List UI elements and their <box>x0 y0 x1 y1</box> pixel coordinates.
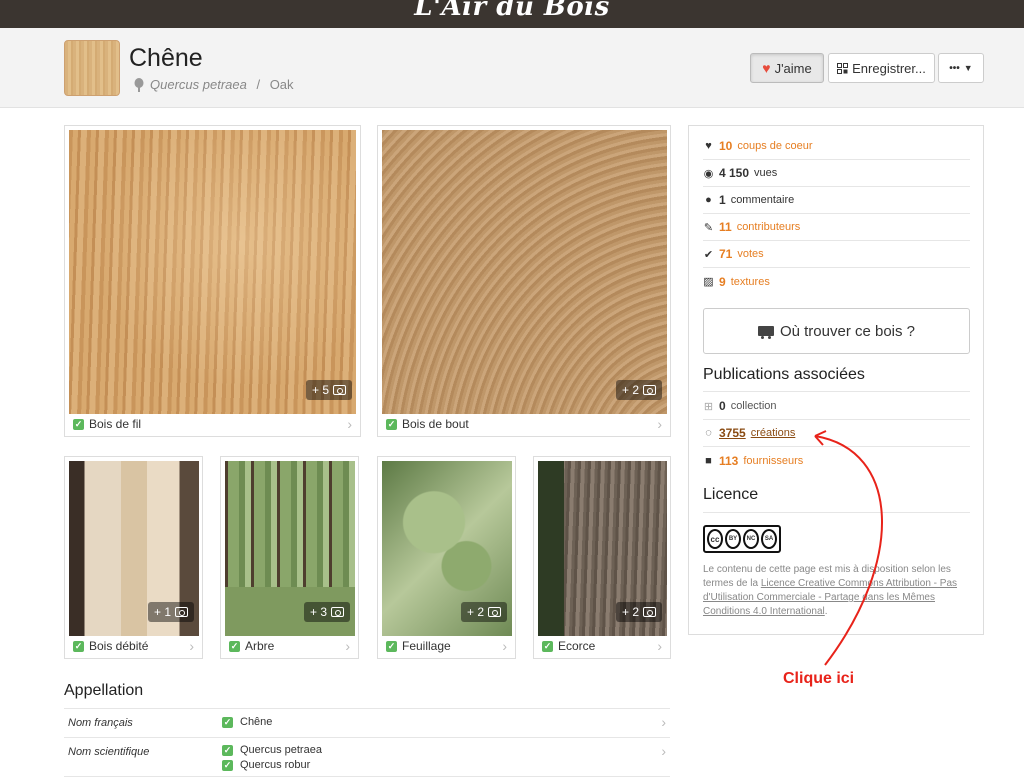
truck-icon <box>757 326 774 339</box>
page-header: Chêne Quercus petraea / Oak ♥ J'aime Enr… <box>0 28 1024 108</box>
page-title: Chêne <box>129 44 203 72</box>
creation-icon: ◌ <box>705 427 712 439</box>
check-icon: ✔ <box>703 248 714 261</box>
check-icon: ✓ <box>73 418 84 430</box>
check-icon: ✓ <box>229 640 240 652</box>
check-icon: ✓ <box>386 640 397 652</box>
collection-icon: ⊞ <box>703 400 714 413</box>
photo-card-bois-de-fil[interactable]: + 5 ✓ Bois de fil › <box>64 125 361 437</box>
eye-icon: ◉ <box>703 167 714 180</box>
more-label: ••• <box>949 62 960 74</box>
stat-textures[interactable]: ▨ 9 textures <box>703 268 970 295</box>
species-subtitle: Quercus petraea / Oak <box>134 77 294 92</box>
chevron-right-icon: › <box>657 638 662 654</box>
chevron-right-icon: › <box>502 638 507 654</box>
site-logo[interactable]: L'Air du Bois <box>0 0 1024 22</box>
photo-caption: ✓ Bois de fil <box>73 417 142 431</box>
camera-icon <box>643 385 656 395</box>
scientific-name: Quercus petraea <box>150 77 247 92</box>
tree-icon <box>134 77 144 92</box>
find-wood-button[interactable]: Où trouver ce bois ? <box>703 308 970 354</box>
stat-vues: ◉ 4 150 vues <box>703 160 970 187</box>
info-panel: ♥ 10 coups de coeur ◉ 4 150 vues ● 1 com… <box>688 125 984 635</box>
stat-contributeurs[interactable]: ✎ 11 contributeurs <box>703 214 970 241</box>
pub-creations[interactable]: ◌ 3755 créations <box>703 420 970 447</box>
publications-title: Publications associées <box>703 366 865 383</box>
divider <box>703 512 970 513</box>
photo-card-bois-de-bout[interactable]: + 2 ✓ Bois de bout › <box>377 125 671 437</box>
photo-image <box>69 130 356 414</box>
licence-title: Licence <box>703 486 759 503</box>
camera-icon <box>488 607 501 617</box>
appellation-title: Appellation <box>64 682 144 699</box>
check-icon: ✓ <box>222 716 233 728</box>
comment-icon: ● <box>705 194 712 206</box>
check-icon: ✓ <box>542 640 553 652</box>
by-icon: BY <box>725 529 741 549</box>
save-button[interactable]: Enregistrer... <box>828 53 935 83</box>
truck-icon: ■ <box>705 454 712 467</box>
like-button[interactable]: ♥ J'aime <box>750 53 824 83</box>
photo-count-badge: + 2 <box>615 602 662 622</box>
photo-count-badge: + 2 <box>460 602 507 622</box>
chevron-right-icon: › <box>345 638 350 654</box>
stat-commentaire[interactable]: ● 1 commentaire <box>703 187 970 214</box>
like-label: J'aime <box>774 60 812 76</box>
heart-icon: ♥ <box>762 60 771 76</box>
nc-icon: NC <box>743 529 759 549</box>
more-options-button[interactable]: ••• ▼ <box>938 53 984 83</box>
photo-count-badge: + 3 <box>303 602 350 622</box>
appellation-row[interactable]: Nom scientifique ✓ Quercus petraea ✓ Querc… <box>64 737 670 777</box>
common-name: Oak <box>269 77 294 92</box>
camera-icon <box>333 385 346 395</box>
licence-text: Le contenu de cette page est mis à dispo… <box>703 564 958 617</box>
top-bar: L'Air du Bois <box>0 0 1024 28</box>
photo-count-badge: + 5 <box>305 380 352 400</box>
cc-icon: cc <box>707 529 723 549</box>
photo-caption: ✓ Feuillage <box>386 639 451 653</box>
photo-card-ecorce[interactable]: + 2 ✓ Ecorce › <box>533 456 671 659</box>
creative-commons-badge[interactable]: cc BY NC SA <box>703 525 781 553</box>
check-icon: ✓ <box>73 640 84 652</box>
texture-icon: ▨ <box>703 276 714 288</box>
camera-icon <box>175 607 188 617</box>
photo-count-badge: + 2 <box>615 380 662 400</box>
photo-caption: ✓ Bois débité <box>73 639 149 653</box>
stat-votes[interactable]: ✔ 71 votes <box>703 241 970 268</box>
chevron-right-icon: › <box>347 416 352 432</box>
photo-caption: ✓ Bois de bout <box>386 417 469 431</box>
photo-count-badge: + 1 <box>147 602 194 622</box>
photo-card-feuillage[interactable]: + 2 ✓ Feuillage › <box>377 456 516 659</box>
photo-card-bois-debite[interactable]: + 1 ✓ Bois débité › <box>64 456 203 659</box>
chevron-right-icon: › <box>661 714 666 730</box>
chevron-right-icon: › <box>661 743 666 759</box>
bookmark-grid-icon <box>837 62 849 74</box>
camera-icon <box>643 607 656 617</box>
chevron-right-icon: › <box>189 638 194 654</box>
check-icon: ✓ <box>222 744 233 756</box>
wood-thumbnail[interactable] <box>64 40 120 96</box>
stat-coups-de-coeur[interactable]: ♥ 10 coups de coeur <box>703 133 970 160</box>
divider <box>703 391 970 392</box>
sa-icon: SA <box>761 529 777 549</box>
photo-card-arbre[interactable]: + 3 ✓ Arbre › <box>220 456 359 659</box>
pub-fournisseurs[interactable]: ■ 113 fournisseurs <box>703 447 970 474</box>
caret-down-icon: ▼ <box>963 63 973 73</box>
save-label: Enregistrer... <box>852 60 926 76</box>
photo-caption: ✓ Ecorce <box>542 639 596 653</box>
check-icon: ✓ <box>222 759 233 771</box>
annotation-label: Clique ici <box>783 670 855 687</box>
photo-caption: ✓ Arbre <box>229 639 275 653</box>
name-separator: / <box>252 77 264 92</box>
appellation-row[interactable]: Nom français ✓ Chêne › <box>64 708 670 737</box>
pub-collection[interactable]: ⊞ 0 collection <box>703 393 970 420</box>
photo-image <box>382 130 667 414</box>
heart-icon: ♥ <box>705 140 712 152</box>
chevron-right-icon: › <box>657 416 662 432</box>
camera-icon <box>331 607 344 617</box>
contributor-icon: ✎ <box>703 221 714 234</box>
check-icon: ✓ <box>386 418 397 430</box>
